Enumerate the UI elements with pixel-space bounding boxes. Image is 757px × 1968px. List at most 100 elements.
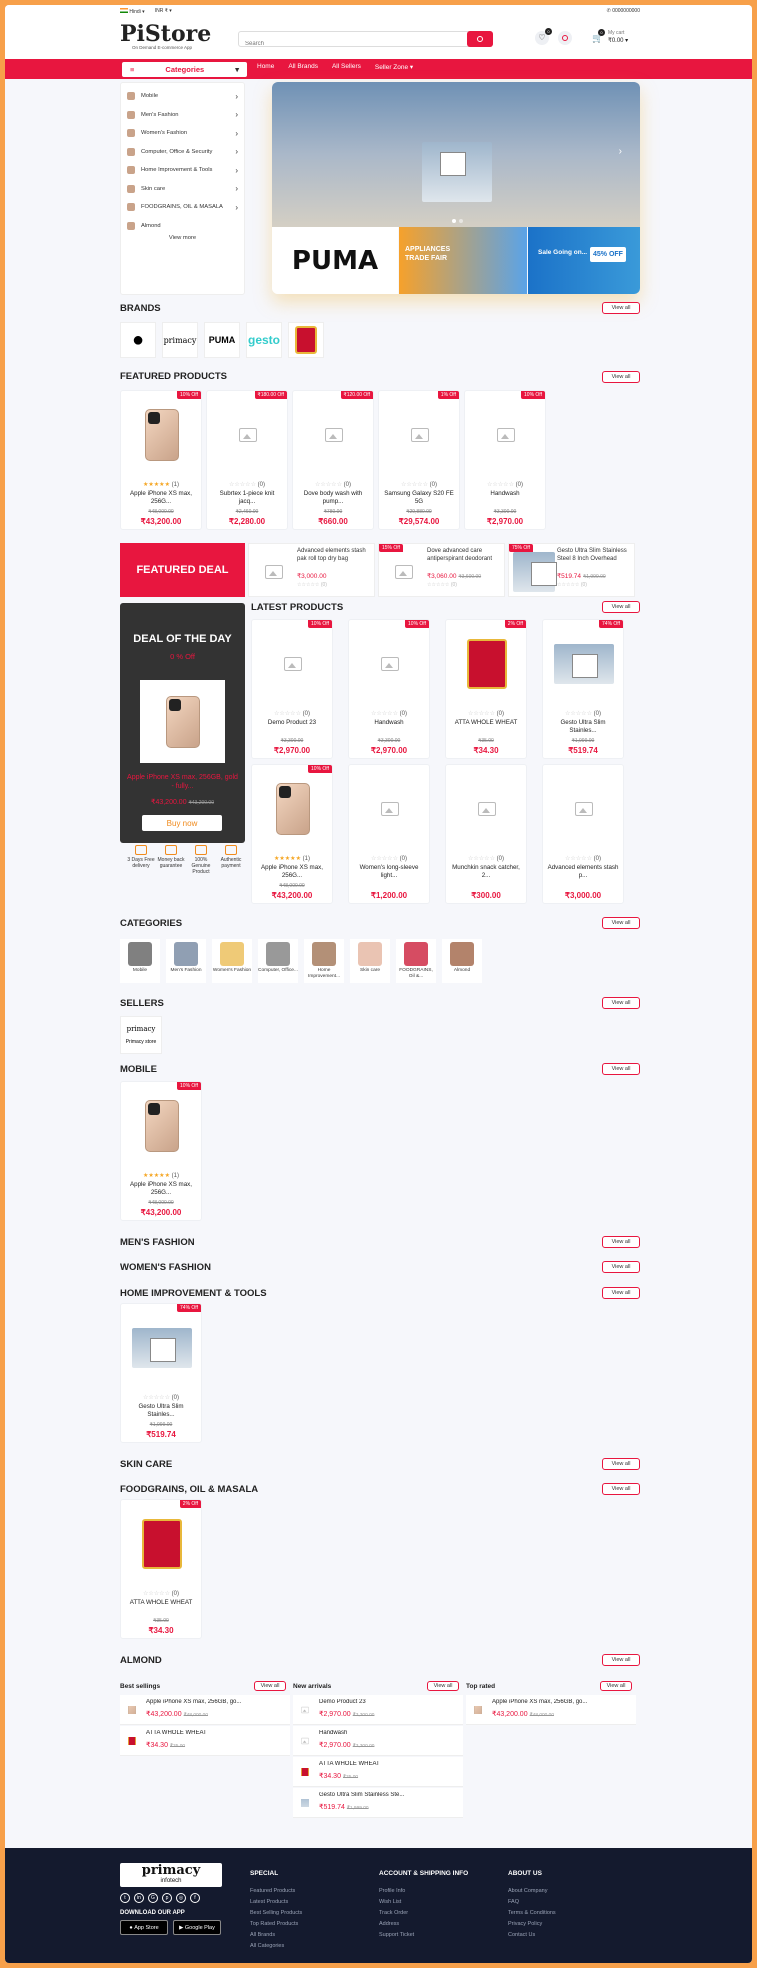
sidebar-item[interactable]: Computer, Office & Security › bbox=[121, 143, 244, 161]
featured-view-all[interactable]: View all bbox=[602, 371, 640, 383]
footer-link[interactable]: All Brands bbox=[250, 1932, 370, 1938]
list-view-all[interactable]: View all bbox=[254, 1681, 286, 1691]
view-more-link[interactable]: View more bbox=[121, 235, 244, 241]
footer-link[interactable]: Featured Products bbox=[250, 1888, 370, 1894]
footer-logo[interactable]: primacy infotech bbox=[120, 1863, 222, 1887]
brand-primacy-logo[interactable]: primacy bbox=[162, 322, 198, 358]
sidebar-item[interactable]: Home Improvement & Tools › bbox=[121, 161, 244, 179]
footer-link[interactable]: Terms & Conditions bbox=[508, 1910, 628, 1916]
list-item[interactable]: ATTA WHOLE WHEAT ₹34.30 ₹35.00 bbox=[120, 1726, 290, 1756]
brand-puma-logo[interactable]: PUMA bbox=[204, 322, 240, 358]
product-card[interactable]: 10% Off ★★★★★ (1) Apple iPhone XS max, 2… bbox=[120, 1081, 202, 1221]
nav-all-brands[interactable]: All Brands bbox=[288, 63, 318, 71]
womens-view-all[interactable]: View all bbox=[602, 1261, 640, 1273]
seller-primacy[interactable]: primacy Primacy store bbox=[120, 1016, 162, 1054]
footer-link[interactable]: Top Rated Products bbox=[250, 1921, 370, 1927]
language-select[interactable]: Hindi ▾ bbox=[120, 8, 145, 15]
food-view-all[interactable]: View all bbox=[602, 1483, 640, 1495]
categories-dropdown[interactable]: ≡ Categories ▾ bbox=[122, 62, 247, 77]
list-item[interactable]: ATTA WHOLE WHEAT ₹34.30 ₹35.00 bbox=[293, 1757, 463, 1787]
home-view-all[interactable]: View all bbox=[602, 1287, 640, 1299]
list-item[interactable]: Apple iPhone XS max, 256GB, go... ₹43,200… bbox=[120, 1695, 290, 1725]
instagram-icon[interactable]: ◎ bbox=[176, 1893, 186, 1903]
product-card[interactable]: 10% Off ★★★★★ (1) Apple iPhone XS max, 256… bbox=[120, 390, 202, 530]
twitter-icon[interactable]: t bbox=[120, 1893, 130, 1903]
product-card[interactable]: ☆☆☆☆☆ (0) Women's long-sleeve light... ₹1,… bbox=[348, 764, 430, 904]
latest-view-all[interactable]: View all bbox=[602, 601, 640, 613]
app-store-button[interactable]: ● App Store bbox=[120, 1920, 168, 1935]
sellers-view-all[interactable]: View all bbox=[602, 997, 640, 1009]
footer-link[interactable]: Latest Products bbox=[250, 1899, 370, 1905]
brands-view-all[interactable]: View all bbox=[602, 302, 640, 314]
footer-link[interactable]: All Categories bbox=[250, 1943, 370, 1949]
footer-link[interactable]: Track Order bbox=[379, 1910, 499, 1916]
product-card[interactable]: 2% Off ☆☆☆☆☆ (0) ATTA WHOLE WHEAT ₹35.00… bbox=[120, 1499, 202, 1639]
logo[interactable]: PiStore On Demand E-commerce App bbox=[120, 23, 230, 50]
footer-link[interactable]: Support Ticket bbox=[379, 1932, 499, 1938]
sale-banner[interactable]: Sale Going on... 45% OFF bbox=[528, 227, 640, 294]
phone-contact[interactable]: ✆ 0000000000 bbox=[607, 8, 640, 14]
product-card[interactable]: 10% Off ☆☆☆☆☆ (0) Demo Product 23 ₹3,300.00… bbox=[251, 619, 333, 759]
footer-link[interactable]: Privacy Policy bbox=[508, 1921, 628, 1927]
currency-select[interactable]: INR ₹ ▾ bbox=[155, 8, 172, 15]
product-card[interactable]: 74% Off ☆☆☆☆☆ (0) Gesto Ultra Slim Stain… bbox=[120, 1303, 202, 1443]
footer-link[interactable]: Profile Info bbox=[379, 1888, 499, 1894]
deal-name[interactable]: Apple iPhone XS max, 256GB, gold - fully… bbox=[126, 773, 239, 791]
slider-dots[interactable] bbox=[452, 219, 463, 223]
chevron-right-icon[interactable]: › bbox=[619, 146, 622, 157]
product-card[interactable]: ₹120.00 Off ☆☆☆☆☆ (0) Dove body wash with … bbox=[292, 390, 374, 530]
deal-item[interactable]: 75% Off Gesto Ultra Slim Stainless Steel … bbox=[508, 543, 635, 597]
list-item[interactable]: Demo Product 23 ₹2,970.00 ₹3,300.00 bbox=[293, 1695, 463, 1725]
buy-now-button[interactable]: Buy now bbox=[142, 815, 222, 831]
google-play-button[interactable]: ▶ Google Play bbox=[173, 1920, 221, 1935]
sidebar-item[interactable]: Men's Fashion › bbox=[121, 106, 244, 124]
brand-gesto-logo[interactable]: gesto bbox=[246, 322, 282, 358]
footer-link[interactable]: Address bbox=[379, 1921, 499, 1927]
list-view-all[interactable]: View all bbox=[427, 1681, 459, 1691]
footer-link[interactable]: About Company bbox=[508, 1888, 628, 1894]
google-icon[interactable]: G bbox=[148, 1893, 158, 1903]
category-item[interactable]: Women's Fashion bbox=[212, 939, 252, 983]
product-card[interactable]: 10% Off ☆☆☆☆☆ (0) Handwash ₹3,300.00 ₹2,970.… bbox=[348, 619, 430, 759]
sidebar-item[interactable]: Skin care › bbox=[121, 180, 244, 198]
product-card[interactable]: 1% Off ☆☆☆☆☆ (0) Samsung Galaxy S20 FE 5G ₹… bbox=[378, 390, 460, 530]
account-button[interactable] bbox=[558, 31, 572, 45]
product-card[interactable]: 10% Off ☆☆☆☆☆ (0) Handwash ₹3,300.00 ₹2,970.… bbox=[464, 390, 546, 530]
nav-all-sellers[interactable]: All Sellers bbox=[332, 63, 361, 71]
list-item[interactable]: Apple iPhone XS max, 256GB, go... ₹43,200… bbox=[466, 1695, 636, 1725]
product-card[interactable]: 10% Off ★★★★★ (1) Apple iPhone XS max, 256… bbox=[251, 764, 333, 904]
footer-link[interactable]: Contact Us bbox=[508, 1932, 628, 1938]
product-card[interactable]: ☆☆☆☆☆ (0) Advanced elements stash p... ₹3,… bbox=[542, 764, 624, 904]
brand-atta-logo[interactable] bbox=[288, 322, 324, 358]
product-card[interactable]: 2% Off ☆☆☆☆☆ (0) ATTA WHOLE WHEAT ₹35.00 ₹34… bbox=[445, 619, 527, 759]
hero-banner[interactable]: › PUMA APPLIANCES TRADE FAIR Sale Going … bbox=[272, 82, 640, 294]
sidebar-item[interactable]: Women's Fashion › bbox=[121, 124, 244, 142]
product-card[interactable]: ☆☆☆☆☆ (0) Munchkin snack catcher, 2... ₹30… bbox=[445, 764, 527, 904]
list-item[interactable]: Gesto Ultra Slim Stainless Ste... ₹519.74… bbox=[293, 1788, 463, 1818]
sidebar-item[interactable]: FOODGRAINS, OIL & MASALA › bbox=[121, 198, 244, 216]
product-card[interactable]: ₹180.00 Off ☆☆☆☆☆ (0) Subrtex 1-piece knit… bbox=[206, 390, 288, 530]
category-item[interactable]: Computer, Office... bbox=[258, 939, 298, 983]
appliances-banner[interactable]: APPLIANCES TRADE FAIR bbox=[399, 227, 527, 294]
nav-home[interactable]: Home bbox=[257, 63, 274, 71]
category-item[interactable]: FOODGRAINS, Oil &... bbox=[396, 939, 436, 983]
footer-link[interactable]: Best Selling Products bbox=[250, 1910, 370, 1916]
cart-button[interactable]: 🛒 0 My cart ₹0.00 ▾ bbox=[592, 29, 642, 49]
search-input[interactable] bbox=[239, 37, 459, 51]
wishlist-button[interactable]: ♡ 0 bbox=[535, 28, 552, 45]
category-item[interactable]: Almond bbox=[442, 939, 482, 983]
category-item[interactable]: Men's Fashion bbox=[166, 939, 206, 983]
list-item[interactable]: Handwash ₹2,970.00 ₹3,300.00 bbox=[293, 1726, 463, 1756]
category-item[interactable]: Mobile bbox=[120, 939, 160, 983]
list-view-all[interactable]: View all bbox=[600, 1681, 632, 1691]
almond-view-all[interactable]: View all bbox=[602, 1654, 640, 1666]
search-button[interactable] bbox=[467, 31, 493, 47]
mens-view-all[interactable]: View all bbox=[602, 1236, 640, 1248]
categories-view-all[interactable]: View all bbox=[602, 917, 640, 929]
deal-image[interactable] bbox=[140, 680, 225, 763]
footer-link[interactable]: Wish List bbox=[379, 1899, 499, 1905]
category-item[interactable]: Skin care bbox=[350, 939, 390, 983]
brand-apple-logo[interactable]: ● bbox=[120, 322, 156, 358]
deal-item[interactable]: 15% Off Dove advanced care antiperspirant… bbox=[378, 543, 505, 597]
mobile-view-all[interactable]: View all bbox=[602, 1063, 640, 1075]
